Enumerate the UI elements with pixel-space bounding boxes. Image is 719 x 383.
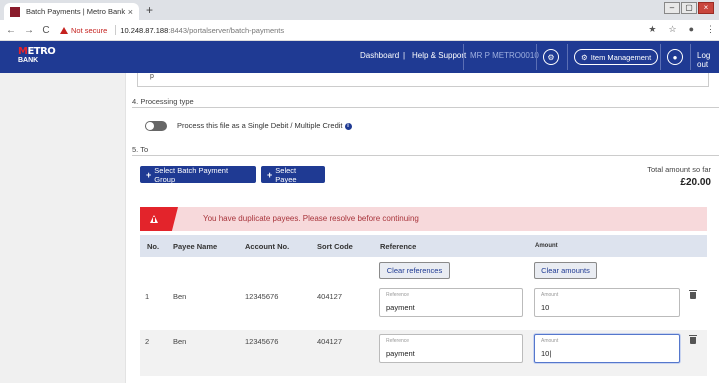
toggle-knob [146, 122, 154, 130]
previous-field-remnant: p [137, 73, 709, 87]
col-sort-code: Sort Code [317, 242, 353, 251]
alert-badge [140, 207, 178, 231]
browser-tab-strip: Batch Payments | Metro Bank × + – ▢ × [0, 0, 719, 20]
row-no: 2 [145, 337, 150, 346]
col-payee-name: Payee Name [173, 242, 218, 251]
row-account-no: 12345676 [245, 337, 279, 346]
header-divider [463, 44, 464, 70]
processing-type-heading: 4. Processing type [132, 97, 194, 106]
url-field[interactable]: 10.248.87.188:8443/portalserver/batch-pa… [120, 26, 284, 35]
header-divider [567, 44, 568, 70]
row-payee-name: Ben [173, 292, 187, 301]
item-management-button[interactable]: ⚙ Item Management [574, 49, 659, 65]
reference-value: payment [386, 303, 415, 312]
reference-value: payment [386, 349, 415, 358]
new-tab-button[interactable]: + [146, 3, 153, 17]
logout-link[interactable]: Log out [697, 51, 719, 69]
row-payee-name: Ben [173, 337, 187, 346]
section-divider [132, 155, 719, 156]
left-sidebar [0, 73, 126, 383]
warning-icon [60, 26, 68, 34]
logo-text-top: ETRO [27, 46, 56, 57]
url-host: 10.248.87.188 [120, 25, 169, 35]
tab-close-icon[interactable]: × [128, 7, 133, 17]
plus-icon: + [146, 169, 152, 180]
col-no: No. [147, 242, 160, 251]
header-divider [690, 44, 691, 70]
clear-amounts-button[interactable]: Clear amounts [534, 262, 597, 279]
row-account-no: 12345676 [245, 292, 279, 301]
address-bar: ← → C Not secure 10.248.87.188:8443/port… [0, 20, 719, 41]
select-payee-button[interactable]: + Select Payee [261, 166, 325, 184]
row-sort-code: 404127 [317, 337, 343, 346]
amount-input[interactable]: Amount 10| [534, 334, 680, 363]
single-debit-toggle[interactable] [145, 121, 167, 131]
logo-text-bottom: BANK [18, 57, 39, 64]
reference-input[interactable]: Reference payment [379, 288, 523, 317]
main-content: p 4. Processing type Process this file a… [127, 73, 719, 383]
profile-icon[interactable]: ● [689, 24, 694, 35]
forward-icon[interactable]: → [24, 25, 34, 36]
plus-icon: + [267, 169, 273, 180]
header-divider [660, 44, 661, 70]
header-divider [536, 44, 537, 70]
metro-bank-favicon [10, 6, 20, 17]
bookmark-star-icon[interactable]: ☆ [668, 24, 676, 35]
nav-dashboard[interactable]: Dashboard [360, 51, 399, 60]
translate-icon[interactable]: ★ [648, 24, 656, 35]
item-management-label: Item Management [590, 52, 652, 62]
amount-field-label: Amount [541, 292, 559, 298]
table-row: 2 Ben 12345676 404127 Reference payment … [140, 330, 707, 376]
col-account-no: Account No. [245, 242, 290, 251]
amount-value: 10| [541, 349, 552, 358]
delete-row-trash-icon[interactable] [689, 335, 697, 344]
nav-separator: | [403, 51, 406, 60]
info-icon[interactable]: i [344, 122, 352, 130]
amount-input[interactable]: Amount 10 [534, 288, 680, 317]
delete-row-trash-icon[interactable] [689, 290, 697, 299]
url-path: :8443/portalserver/batch-payments [168, 25, 285, 35]
back-icon[interactable]: ← [6, 25, 16, 36]
total-amount-label: Total amount so far [647, 165, 711, 174]
maximize-button[interactable]: ▢ [681, 2, 697, 14]
browser-actions: ★ ☆ ● ⋮ [648, 24, 715, 35]
section-divider [132, 107, 719, 108]
close-window-button[interactable]: × [698, 2, 714, 14]
browser-tab[interactable]: Batch Payments | Metro Bank × [4, 3, 139, 20]
tab-title: Batch Payments | Metro Bank [26, 7, 126, 16]
reference-input[interactable]: Reference payment [379, 334, 523, 363]
settings-gear-icon[interactable]: ⚙ [543, 49, 559, 65]
app-header: METRO BANK Dashboard | Help & Support MR… [0, 41, 719, 73]
row-sort-code: 404127 [317, 292, 343, 301]
col-amount: Amount [535, 243, 558, 249]
total-amount-value: £20.00 [680, 177, 711, 188]
gear-icon: ⚙ [581, 52, 588, 62]
duplicate-payees-alert: You have duplicate payees. Please resolv… [140, 207, 707, 231]
to-section-heading: 5. To [132, 145, 149, 154]
nav-help-support[interactable]: Help & Support [412, 51, 466, 60]
row-no: 1 [145, 292, 150, 301]
address-separator [115, 25, 117, 35]
user-name: MR P METRO0010 [470, 51, 539, 60]
reference-field-label: Reference [386, 338, 410, 344]
amount-field-label: Amount [541, 338, 559, 344]
clear-references-button[interactable]: Clear references [379, 262, 450, 279]
single-debit-toggle-label: Process this file as a Single Debit / Mu… [177, 121, 352, 130]
alert-message: You have duplicate payees. Please resolv… [203, 214, 419, 223]
menu-dots-icon[interactable]: ⋮ [706, 24, 715, 35]
minimize-button[interactable]: – [664, 2, 680, 14]
select-batch-payment-group-button[interactable]: + Select Batch Payment Group [140, 166, 256, 184]
metro-bank-logo[interactable]: METRO BANK [18, 47, 56, 67]
amount-value: 10 [541, 303, 550, 312]
notification-bell-icon[interactable]: ● [667, 49, 683, 65]
security-label: Not secure [71, 25, 108, 35]
payees-table-header: No. Payee Name Account No. Sort Code Ref… [140, 235, 707, 257]
window-controls: – ▢ × [663, 2, 714, 16]
security-indicator[interactable]: Not secure [60, 26, 107, 35]
table-row: 1 Ben 12345676 404127 Reference payment … [140, 285, 707, 327]
reload-icon[interactable]: C [42, 25, 50, 36]
reference-field-label: Reference [386, 292, 410, 298]
col-reference: Reference [380, 242, 417, 251]
